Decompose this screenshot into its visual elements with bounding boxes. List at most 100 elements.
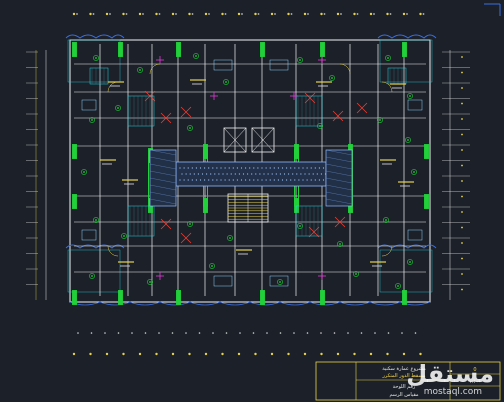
plant-symbol xyxy=(229,237,231,239)
corridor-hatch xyxy=(216,167,218,169)
corridor-hatch xyxy=(314,167,316,169)
corridor-hatch xyxy=(236,179,238,181)
dimension-mark xyxy=(274,13,276,15)
corridor-hatch xyxy=(310,167,312,169)
corridor-hatch xyxy=(187,179,189,181)
structural-column xyxy=(72,290,77,305)
corridor-hatch xyxy=(265,167,267,169)
furniture xyxy=(407,229,423,241)
corridor-hatch xyxy=(255,173,257,175)
dimension-mark xyxy=(402,352,406,356)
corridor-hatch xyxy=(195,179,197,181)
corridor-hatch xyxy=(220,179,222,181)
corridor-hatch xyxy=(218,173,220,175)
corridor-hatch xyxy=(191,179,193,181)
dimension-mark xyxy=(175,13,177,15)
corridor-hatch xyxy=(322,179,325,181)
corridor-hatch xyxy=(236,167,238,169)
plant-symbol xyxy=(195,55,197,57)
corridor-hatch xyxy=(273,167,275,169)
corridor-hatch xyxy=(247,173,249,175)
corridor-hatch xyxy=(197,173,199,175)
dimension-mark xyxy=(461,180,463,182)
dimension-mark xyxy=(254,352,257,356)
structural-column xyxy=(260,290,265,305)
corridor-hatch xyxy=(191,167,193,169)
corridor-hatch xyxy=(212,179,214,181)
dimension-mark xyxy=(414,332,417,334)
corridor-hatch xyxy=(318,179,320,181)
dimension-mark xyxy=(373,13,375,15)
plant-symbol xyxy=(279,281,281,283)
dimension-mark xyxy=(138,12,142,16)
dimension-mark xyxy=(104,332,106,334)
dimension-mark xyxy=(419,12,422,16)
dimension-mark xyxy=(287,12,290,16)
corridor-hatch xyxy=(271,173,273,175)
structural-column xyxy=(72,144,77,159)
dimension-mark xyxy=(131,332,133,334)
wet-area xyxy=(89,67,109,85)
structural-column xyxy=(320,42,325,57)
dimension-mark xyxy=(323,13,326,15)
dimension-mark xyxy=(204,12,208,16)
plant-symbol xyxy=(409,261,411,263)
corridor-hatch xyxy=(269,167,271,169)
corridor-hatch xyxy=(199,179,202,181)
dimension-mark xyxy=(461,71,463,74)
dimension-mark xyxy=(461,56,463,58)
dimension-mark xyxy=(266,332,268,334)
corridor-hatch xyxy=(310,179,312,181)
dimension-mark xyxy=(461,288,463,291)
corridor-hatch xyxy=(210,173,212,175)
corridor-hatch xyxy=(185,173,187,175)
dimension-mark xyxy=(117,332,120,334)
corridor-hatch xyxy=(195,167,197,169)
dimension-mark xyxy=(353,12,356,16)
dimension-mark xyxy=(204,352,208,356)
corridor-hatch xyxy=(179,179,181,181)
dimension-mark xyxy=(461,118,463,120)
dimension-mark xyxy=(89,352,92,356)
corridor-hatch xyxy=(294,167,296,169)
dimension-mark xyxy=(369,12,373,16)
dimension-mark xyxy=(270,352,274,356)
structural-column xyxy=(294,144,299,159)
corridor-hatch xyxy=(251,173,253,175)
dimension-mark xyxy=(419,352,422,356)
plant-symbol xyxy=(225,81,227,83)
dimension-mark xyxy=(461,226,463,229)
structural-column xyxy=(176,42,181,57)
cad-viewport[interactable]: مشروع عمارة سكنية مسقط الدور المتكرر رقم ا… xyxy=(0,0,504,402)
corridor-hatch xyxy=(273,179,275,181)
plant-symbol xyxy=(139,69,141,71)
corridor-hatch xyxy=(224,167,226,169)
corridor-hatch xyxy=(212,167,214,169)
corridor-hatch xyxy=(288,173,290,175)
corridor-hatch xyxy=(222,173,224,175)
corridor-hatch xyxy=(279,173,281,175)
furniture xyxy=(213,59,233,71)
corridor-hatch xyxy=(263,173,265,175)
floor-plan-drawing[interactable]: مشروع عمارة سكنيةمسقط الدور المتكرررقم ا… xyxy=(0,0,504,402)
plant-symbol xyxy=(123,235,125,237)
dimension-mark xyxy=(77,332,79,334)
corridor-hatch xyxy=(261,167,263,169)
dimension-mark xyxy=(461,195,463,198)
corridor-hatch xyxy=(322,167,325,169)
dimension-mark xyxy=(293,332,295,334)
structural-column xyxy=(402,42,407,57)
corridor-hatch xyxy=(242,173,245,175)
structural-column xyxy=(424,144,429,159)
corridor-hatch xyxy=(253,179,255,181)
dimension-mark xyxy=(92,13,95,15)
corridor-hatch xyxy=(232,167,234,169)
corridor-hatch xyxy=(265,179,267,181)
dimension-mark xyxy=(353,352,356,356)
dimension-mark xyxy=(225,332,228,334)
dimension-mark xyxy=(252,332,255,334)
dimension-mark xyxy=(138,352,142,356)
dimension-mark xyxy=(461,102,463,105)
dimension-mark xyxy=(360,332,363,334)
corridor-hatch xyxy=(283,173,286,175)
